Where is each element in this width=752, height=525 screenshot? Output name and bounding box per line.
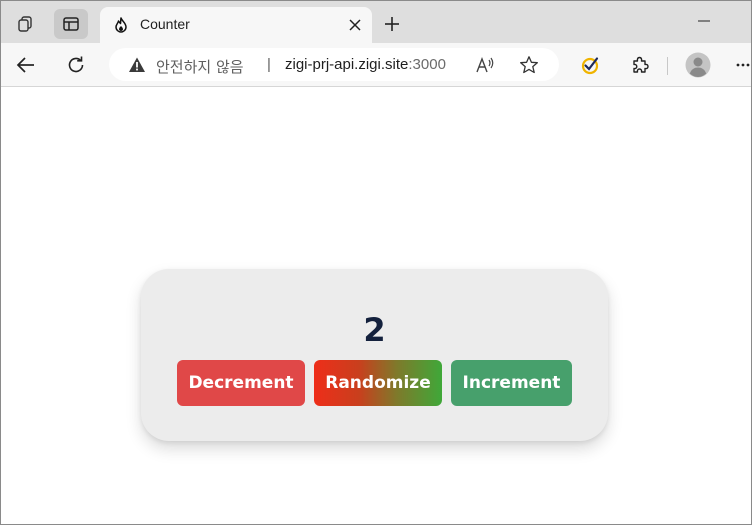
address-bar[interactable]: 안전하지 않음 | zigi-prj-api.zigi.site:3000 bbox=[109, 48, 559, 81]
read-aloud-button[interactable] bbox=[473, 53, 497, 77]
workspaces-icon bbox=[18, 16, 32, 32]
vertical-tabs-icon bbox=[63, 17, 79, 31]
plus-icon bbox=[385, 17, 399, 31]
star-icon bbox=[520, 56, 538, 74]
profile-button[interactable] bbox=[682, 49, 714, 81]
minimize-button[interactable] bbox=[691, 11, 717, 31]
url-host: zigi-prj-api.zigi.site bbox=[285, 56, 409, 73]
counter-card: 2 Decrement Randomize Increment bbox=[141, 269, 608, 441]
extension-check-button[interactable] bbox=[574, 49, 606, 81]
refresh-button[interactable] bbox=[60, 49, 92, 81]
read-aloud-icon bbox=[476, 57, 494, 73]
address-separator: | bbox=[267, 56, 271, 73]
extensions-button[interactable] bbox=[624, 49, 656, 81]
url-text[interactable]: zigi-prj-api.zigi.site:3000 bbox=[285, 56, 446, 73]
toolbar-divider bbox=[667, 57, 668, 75]
browser-toolbar: 안전하지 않음 | zigi-prj-api.zigi.site:3000 bbox=[1, 43, 751, 87]
page-viewport: 2 Decrement Randomize Increment bbox=[1, 88, 751, 524]
puzzle-icon bbox=[633, 56, 649, 73]
tab-strip: Counter bbox=[1, 1, 751, 43]
favorite-button[interactable] bbox=[517, 53, 541, 77]
workspaces-button[interactable] bbox=[8, 9, 42, 39]
back-button[interactable] bbox=[10, 49, 42, 81]
back-arrow-icon bbox=[16, 57, 34, 73]
tab-title: Counter bbox=[140, 16, 190, 32]
more-button[interactable] bbox=[731, 49, 751, 81]
randomize-button[interactable]: Randomize bbox=[314, 360, 442, 406]
more-icon bbox=[736, 63, 750, 67]
warning-icon bbox=[129, 57, 145, 72]
url-port: :3000 bbox=[408, 56, 446, 73]
profile-avatar-icon bbox=[685, 52, 711, 78]
flame-logo-icon bbox=[112, 16, 130, 34]
checkmark-extension-icon bbox=[581, 57, 599, 75]
security-status-text[interactable]: 안전하지 않음 bbox=[156, 56, 244, 77]
close-icon bbox=[349, 19, 361, 31]
browser-window: Counter 안전하지 않음 | zigi-prj-api.zigi.site… bbox=[0, 0, 752, 525]
close-tab-button[interactable] bbox=[344, 14, 366, 36]
new-tab-button[interactable] bbox=[379, 11, 405, 37]
refresh-icon bbox=[68, 56, 84, 73]
decrement-button[interactable]: Decrement bbox=[177, 360, 305, 406]
minimize-icon bbox=[698, 20, 710, 22]
tab-counter[interactable]: Counter bbox=[100, 7, 372, 43]
vertical-tabs-button[interactable] bbox=[54, 9, 88, 39]
counter-value: 2 bbox=[363, 311, 386, 349]
increment-button[interactable]: Increment bbox=[451, 360, 572, 406]
